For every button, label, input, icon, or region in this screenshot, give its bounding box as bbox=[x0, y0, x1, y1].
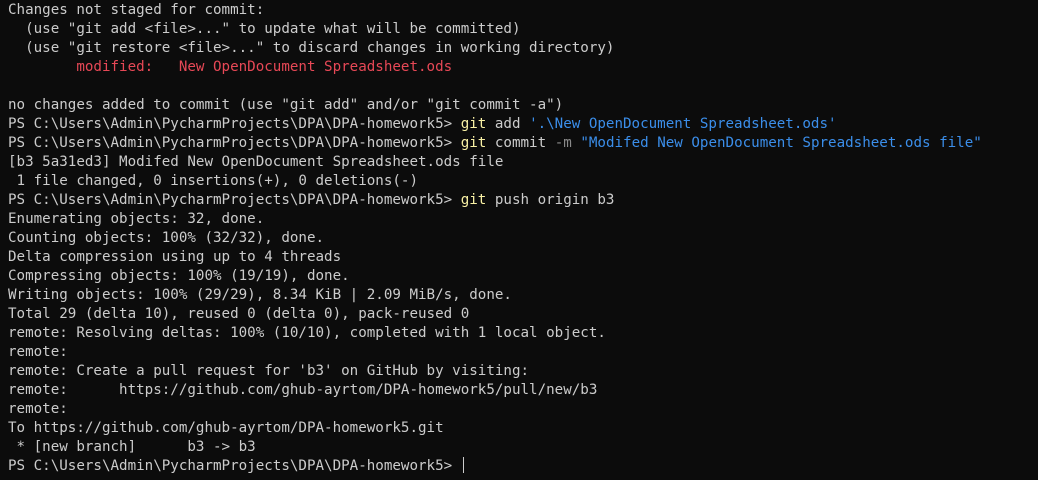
terminal-line: modified: New OpenDocument Spreadsheet.o… bbox=[8, 58, 1038, 77]
terminal-text: remote: Create a pull request for 'b3' o… bbox=[8, 363, 530, 379]
terminal-text: remote: https://github.com/ghub-ayrtom/D… bbox=[8, 382, 598, 398]
terminal-text: Enumerating objects: 32, done. bbox=[8, 211, 265, 227]
terminal-line: 1 file changed, 0 insertions(+), 0 delet… bbox=[8, 172, 1038, 191]
terminal-line: Counting objects: 100% (32/32), done. bbox=[8, 229, 1038, 248]
terminal-line: PS C:\Users\Admin\PycharmProjects\DPA\DP… bbox=[8, 115, 1038, 134]
terminal-line: remote: Create a pull request for 'b3' o… bbox=[8, 362, 1038, 381]
terminal-line: Delta compression using up to 4 threads bbox=[8, 248, 1038, 267]
terminal-text: (use "git restore <file>..." to discard … bbox=[8, 40, 615, 56]
terminal-line: (use "git restore <file>..." to discard … bbox=[8, 39, 1038, 58]
terminal-text: "Modifed New OpenDocument Spreadsheet.od… bbox=[580, 135, 982, 151]
terminal-text: modified: New OpenDocument Spreadsheet.o… bbox=[8, 59, 453, 75]
terminal-text: PS C:\Users\Admin\PycharmProjects\DPA\DP… bbox=[8, 192, 461, 208]
terminal-text: Delta compression using up to 4 threads bbox=[8, 249, 342, 265]
terminal-text: To https://github.com/ghub-ayrtom/DPA-ho… bbox=[8, 420, 444, 436]
terminal-line: remote: https://github.com/ghub-ayrtom/D… bbox=[8, 381, 1038, 400]
terminal-text: Total 29 (delta 10), reused 0 (delta 0),… bbox=[8, 306, 470, 322]
terminal-line: remote: bbox=[8, 400, 1038, 419]
terminal-text: add bbox=[486, 116, 530, 132]
terminal-text: PS C:\Users\Admin\PycharmProjects\DPA\DP… bbox=[8, 135, 461, 151]
terminal-line: To https://github.com/ghub-ayrtom/DPA-ho… bbox=[8, 419, 1038, 438]
terminal-text: 1 file changed, 0 insertions(+), 0 delet… bbox=[8, 173, 418, 189]
terminal-line: remote: Resolving deltas: 100% (10/10), … bbox=[8, 324, 1038, 343]
terminal-line: Compressing objects: 100% (19/19), done. bbox=[8, 267, 1038, 286]
text-cursor bbox=[462, 457, 464, 473]
terminal-line: Total 29 (delta 10), reused 0 (delta 0),… bbox=[8, 305, 1038, 324]
terminal-line: PS C:\Users\Admin\PycharmProjects\DPA\DP… bbox=[8, 134, 1038, 153]
terminal-text: git bbox=[460, 116, 487, 132]
terminal-text: no changes added to commit (use "git add… bbox=[8, 97, 564, 113]
terminal-text: (use "git add <file>..." to update what … bbox=[8, 21, 521, 37]
terminal-text: PS C:\Users\Admin\PycharmProjects\DPA\DP… bbox=[8, 458, 461, 474]
terminal-line: remote: bbox=[8, 343, 1038, 362]
terminal-text: git bbox=[460, 135, 487, 151]
terminal-text: git bbox=[460, 192, 487, 208]
terminal-line: * [new branch] b3 -> b3 bbox=[8, 438, 1038, 457]
terminal-text: Compressing objects: 100% (19/19), done. bbox=[8, 268, 350, 284]
terminal-text: '.\New OpenDocument Spreadsheet.ods' bbox=[529, 116, 837, 132]
terminal-line: no changes added to commit (use "git add… bbox=[8, 96, 1038, 115]
terminal-text: Counting objects: 100% (32/32), done. bbox=[8, 230, 325, 246]
terminal-line: Changes not staged for commit: bbox=[8, 1, 1038, 20]
terminal-line: PS C:\Users\Admin\PycharmProjects\DPA\DP… bbox=[8, 191, 1038, 210]
terminal-line: Enumerating objects: 32, done. bbox=[8, 210, 1038, 229]
terminal-text: Changes not staged for commit: bbox=[8, 2, 265, 18]
terminal-text: remote: bbox=[8, 401, 68, 417]
terminal-text: commit bbox=[486, 135, 555, 151]
terminal-line: [b3 5a31ed3] Modifed New OpenDocument Sp… bbox=[8, 153, 1038, 172]
terminal-line: (use "git add <file>..." to update what … bbox=[8, 20, 1038, 39]
terminal-text: PS C:\Users\Admin\PycharmProjects\DPA\DP… bbox=[8, 116, 461, 132]
terminal-output[interactable]: Changes not staged for commit: (use "git… bbox=[0, 0, 1038, 480]
terminal-text: Writing objects: 100% (29/29), 8.34 KiB … bbox=[8, 287, 512, 303]
terminal-text: push origin b3 bbox=[486, 192, 615, 208]
terminal-line: Writing objects: 100% (29/29), 8.34 KiB … bbox=[8, 286, 1038, 305]
terminal-text: remote: Resolving deltas: 100% (10/10), … bbox=[8, 325, 606, 341]
terminal-text: [b3 5a31ed3] Modifed New OpenDocument Sp… bbox=[8, 154, 504, 170]
terminal-text: -m bbox=[554, 135, 572, 151]
terminal-text: remote: bbox=[8, 344, 68, 360]
terminal-text: * [new branch] b3 -> b3 bbox=[8, 439, 256, 455]
terminal-line: PS C:\Users\Admin\PycharmProjects\DPA\DP… bbox=[8, 457, 1038, 476]
